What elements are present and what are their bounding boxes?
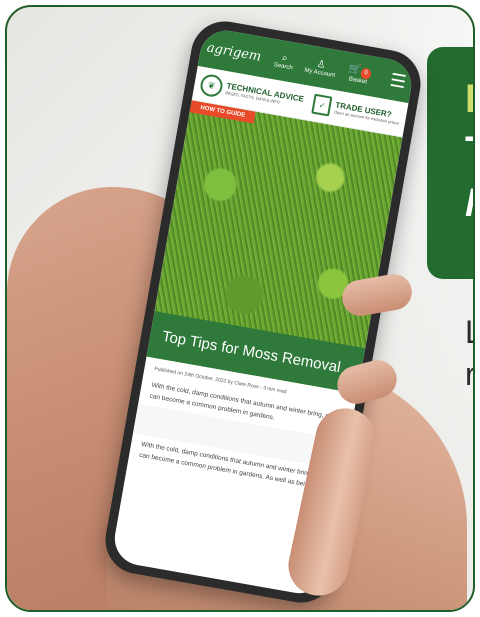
- headline-line-1: H: [465, 73, 473, 125]
- leaf-icon: ❦: [198, 72, 225, 99]
- promo-frame: H T M L re agrigem ⌕ Search ♙ My Account…: [5, 5, 475, 612]
- nav-basket[interactable]: 🛒 0 Basket: [346, 63, 372, 86]
- site-logo[interactable]: agrigem: [206, 40, 263, 64]
- headline-line-2: T: [465, 125, 473, 177]
- nav-search-label: Search: [273, 61, 294, 71]
- lead-line-1: L: [465, 311, 473, 353]
- article-hero-image: HOW TO GUIDE Top Tips for Moss Removal: [146, 100, 403, 394]
- hamburger-menu-icon[interactable]: ☰: [388, 70, 407, 92]
- nav-account[interactable]: ♙ My Account: [304, 56, 337, 78]
- lead-line-2: re: [465, 356, 475, 392]
- lead-text: L re: [465, 311, 475, 395]
- nav-account-label: My Account: [303, 67, 336, 79]
- clipboard-icon: ✓: [311, 93, 333, 117]
- headline-line-3: M: [465, 177, 473, 229]
- nav-search[interactable]: ⌕ Search: [273, 51, 295, 71]
- headline-text: H T M: [465, 73, 473, 229]
